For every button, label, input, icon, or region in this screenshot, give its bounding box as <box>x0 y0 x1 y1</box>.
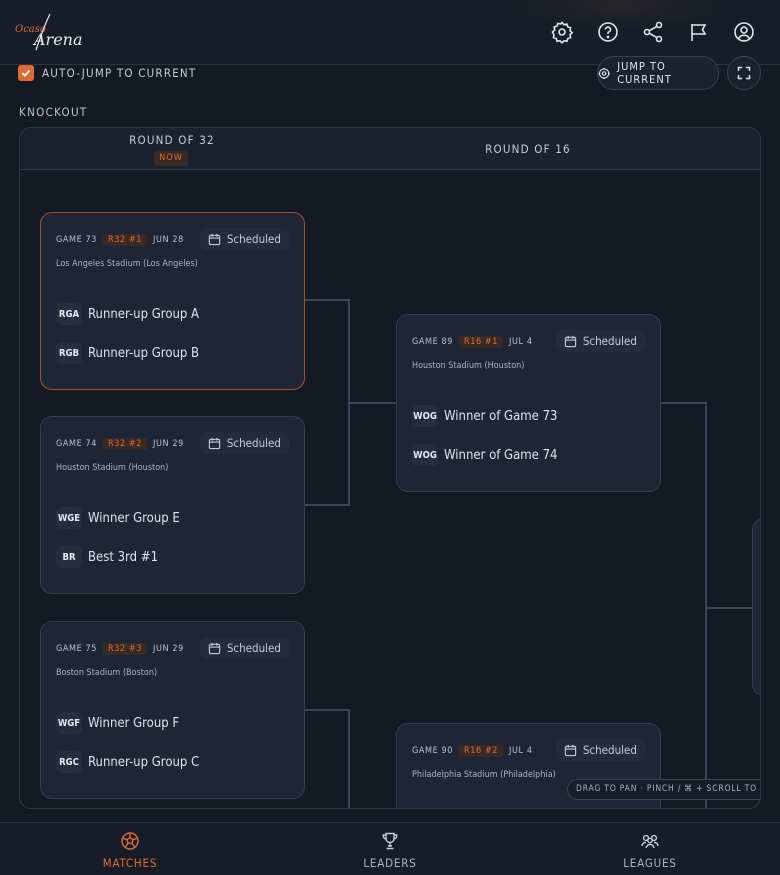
calendar-icon <box>564 335 577 347</box>
status-text: Scheduled <box>226 641 281 655</box>
status-badge: Scheduled <box>199 432 289 454</box>
status-text: Scheduled <box>582 743 637 757</box>
team-name: Runner-up Group A <box>88 306 200 322</box>
fullscreen-button[interactable] <box>727 56 761 90</box>
match-date: JUL 4 <box>509 746 533 756</box>
app-logo[interactable]: Ocaso Arena <box>14 12 84 54</box>
match-meta: GAME 75 R32 #3 JUN 29 <box>56 641 184 657</box>
game-number: GAME 74 <box>56 439 97 449</box>
team-name: Winner of Game 74 <box>444 447 558 463</box>
venue: Philadelphia Stadium (Philadelphia) <box>412 770 556 780</box>
match-card-89[interactable]: GAME 89 R16 #1 JUL 4 Scheduled Houston S… <box>396 314 661 492</box>
team-row[interactable]: WOG Winner of Game 73 <box>412 404 557 428</box>
team-name: Runner-up Group C <box>88 754 200 770</box>
nav-leaders-label: LEADERS <box>363 856 417 870</box>
team-code: RGA <box>56 303 82 325</box>
venue: Houston Stadium (Houston) <box>412 361 525 371</box>
team-name: Winner Group E <box>88 510 180 526</box>
share-icon[interactable] <box>641 20 665 44</box>
match-meta: GAME 74 R32 #2 JUN 29 <box>56 436 184 452</box>
team-row[interactable]: BR Best 3rd #1 <box>56 545 158 569</box>
team-row[interactable]: RGB Runner-up Group B <box>56 341 199 365</box>
team-code: WGE <box>56 507 82 529</box>
round-tag: R32 #3 <box>103 643 148 655</box>
match-date: JUN 29 <box>153 644 184 654</box>
status-text: Scheduled <box>582 334 637 348</box>
team-code: WOG <box>412 444 438 466</box>
team-code: WGF <box>56 712 82 734</box>
match-meta: GAME 89 R16 #1 JUL 4 <box>412 334 533 350</box>
bottom-nav: MATCHES LEADERS LEAGUES <box>0 822 780 875</box>
team-row[interactable]: WGE Winner Group E <box>56 506 180 530</box>
calendar-icon <box>208 642 221 654</box>
game-number: GAME 89 <box>412 337 453 347</box>
team-name: Runner-up Group B <box>88 345 200 361</box>
venue: Boston Stadium (Boston) <box>56 668 158 678</box>
venue: Los Angeles Stadium (Los Angeles) <box>56 259 198 269</box>
nav-matches-label: MATCHES <box>102 856 158 870</box>
calendar-icon <box>208 233 221 245</box>
team-code: BR <box>56 546 82 568</box>
team-name: Winner Group F <box>88 715 180 731</box>
status-badge: Scheduled <box>199 637 289 659</box>
user-icon[interactable] <box>732 20 756 44</box>
nav-matches[interactable]: MATCHES <box>70 831 190 870</box>
team-row[interactable]: RGC Runner-up Group C <box>56 750 199 774</box>
game-number: GAME 75 <box>56 644 97 654</box>
team-row[interactable]: WGF Winner Group F <box>56 711 179 735</box>
team-name: Winner of Game 73 <box>444 408 558 424</box>
flag-icon[interactable] <box>688 20 712 44</box>
auto-jump-checkbox[interactable] <box>18 65 34 81</box>
team-name: Best 3rd #1 <box>88 549 159 565</box>
nav-leagues[interactable]: LEAGUES <box>590 831 710 870</box>
match-meta: GAME 90 R16 #2 JUL 4 <box>412 743 533 759</box>
match-date: JUN 29 <box>153 439 184 449</box>
auto-jump-toggle[interactable]: AUTO-JUMP TO CURRENT <box>18 64 196 82</box>
status-badge: Scheduled <box>199 228 289 250</box>
help-icon[interactable] <box>596 20 620 44</box>
status-text: Scheduled <box>226 436 281 450</box>
round-tag: R32 #2 <box>103 438 148 450</box>
game-number: GAME 73 <box>56 235 97 245</box>
match-card-next-round[interactable] <box>752 518 760 696</box>
team-code: RGB <box>56 342 82 364</box>
crosshair-icon <box>598 67 610 79</box>
match-date: JUL 4 <box>509 337 533 347</box>
group-icon <box>641 834 659 849</box>
match-meta: GAME 73 R32 #1 JUN 28 <box>56 232 184 248</box>
soccer-ball-icon <box>121 832 139 850</box>
match-card-75[interactable]: GAME 75 R32 #3 JUN 29 Scheduled Boston S… <box>40 621 305 799</box>
bracket-canvas[interactable]: ROUND OF 32 NOW ROUND OF 16 GAME 73 R32 … <box>19 127 761 809</box>
auto-jump-label: AUTO-JUMP TO CURRENT <box>42 66 197 80</box>
calendar-icon <box>564 744 577 756</box>
gear-icon[interactable] <box>550 20 574 44</box>
match-date: JUN 28 <box>153 235 184 245</box>
nav-leaders[interactable]: LEADERS <box>330 831 450 870</box>
game-number: GAME 90 <box>412 746 453 756</box>
team-row[interactable]: RGA Runner-up Group A <box>56 302 199 326</box>
trophy-icon <box>382 832 398 850</box>
round-tag: R16 #1 <box>459 336 504 348</box>
status-badge: Scheduled <box>555 739 645 761</box>
round-tag: R32 #1 <box>103 234 148 246</box>
round-tag: R16 #2 <box>459 745 504 757</box>
match-card-74[interactable]: GAME 74 R32 #2 JUN 29 Scheduled Houston … <box>40 416 305 594</box>
calendar-icon <box>208 437 221 449</box>
team-code: RGC <box>56 751 82 773</box>
expand-icon <box>737 66 751 80</box>
zoom-hint: DRAG TO PAN · PINCH / ⌘ + SCROLL TO ZOOM <box>567 779 760 800</box>
nav-leagues-label: LEAGUES <box>623 856 677 870</box>
status-badge: Scheduled <box>555 330 645 352</box>
section-title: KNOCKOUT <box>19 105 88 119</box>
jump-to-current-button[interactable]: JUMP TO CURRENT <box>597 56 719 90</box>
match-card-73[interactable]: GAME 73 R32 #1 JUN 28 Scheduled Los Ange… <box>40 212 305 390</box>
status-text: Scheduled <box>226 232 281 246</box>
venue: Houston Stadium (Houston) <box>56 463 169 473</box>
jump-to-current-label: JUMP TO CURRENT <box>617 60 672 86</box>
team-row[interactable]: WOG Winner of Game 74 <box>412 443 557 467</box>
team-code: WOG <box>412 405 438 427</box>
